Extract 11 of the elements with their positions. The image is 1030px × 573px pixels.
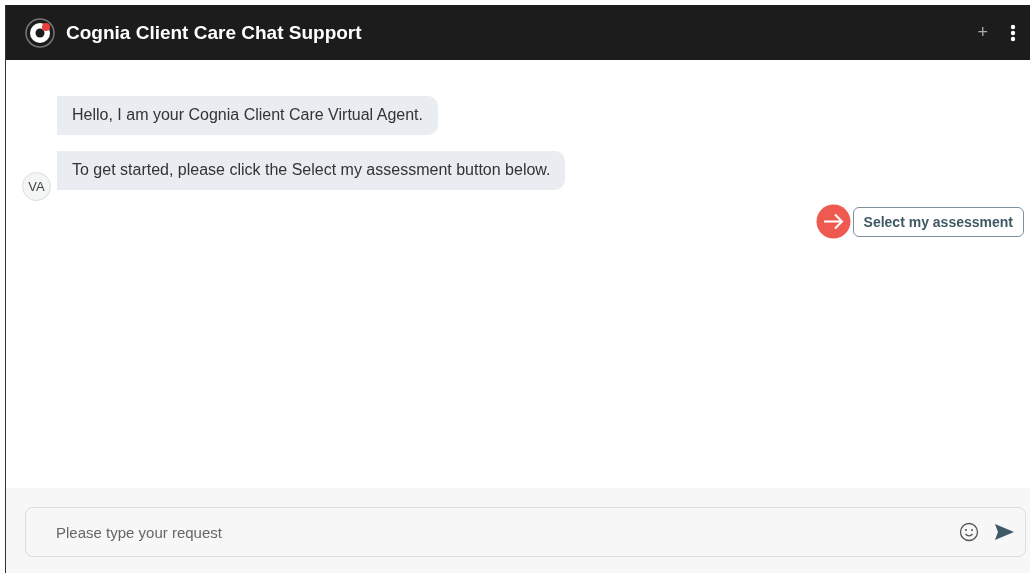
menu-icon[interactable]	[1010, 23, 1016, 42]
send-icon[interactable]	[995, 524, 1014, 540]
message-bubble: To get started, please click the Select my assessment button below.	[57, 151, 566, 190]
message-bubble: Hello, I am your Cognia Client Care Virtual Agent.	[57, 96, 438, 135]
window-title: Cognia Client Care Chat Support	[66, 21, 363, 44]
message-field[interactable]: Please type your request	[25, 507, 1026, 557]
emoji-icon[interactable]	[959, 522, 979, 542]
select-assessment-button[interactable]: Select my assessment	[852, 206, 1024, 237]
agent-avatar: VA	[22, 172, 51, 201]
logo-icon	[24, 16, 56, 49]
add-button[interactable]: +	[977, 22, 988, 43]
